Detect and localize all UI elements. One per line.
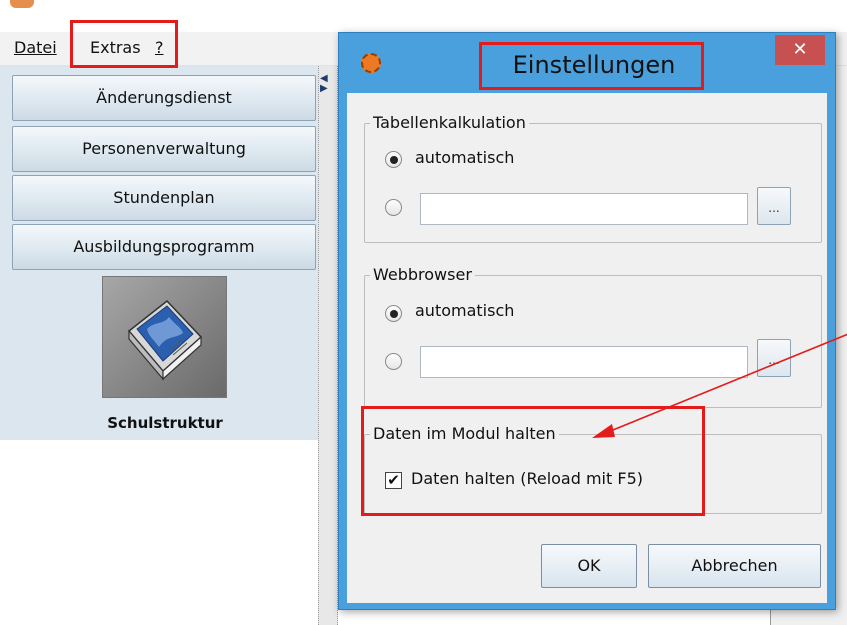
spreadsheet-group-title: Tabellenkalkulation <box>370 113 529 132</box>
module-label: Schulstruktur <box>107 414 223 432</box>
spreadsheet-path-input[interactable] <box>420 193 748 225</box>
sidebar-item-stundenplan[interactable]: Stundenplan <box>12 175 316 221</box>
menu-datei-label: Datei <box>14 38 57 57</box>
spreadsheet-auto-label: automatisch <box>415 148 515 167</box>
spreadsheet-custom-radio[interactable] <box>385 199 402 216</box>
sidebar-item-ausbildungsprogramm[interactable]: Ausbildungsprogramm <box>12 224 316 270</box>
browser-custom-radio[interactable] <box>385 353 402 370</box>
sidebar-item-personenverwaltung[interactable]: Personenverwaltung <box>12 126 316 172</box>
collapse-arrows-icon[interactable]: ◀ ▶ <box>320 74 328 94</box>
annotation-box-keep-data <box>361 406 705 516</box>
browser-group <box>364 275 822 408</box>
menu-datei[interactable]: Datei <box>14 38 57 57</box>
close-icon: ✕ <box>792 39 808 60</box>
dialog-content: Tabellenkalkulation automatisch ... Webb… <box>347 93 827 603</box>
split-pane-divider[interactable] <box>318 66 338 625</box>
annotation-box-title <box>479 42 704 90</box>
settings-dialog: Einstellungen ✕ Tabellenkalkulation auto… <box>338 32 836 610</box>
ok-button[interactable]: OK <box>541 544 637 588</box>
spreadsheet-group <box>364 123 822 243</box>
cancel-button[interactable]: Abbrechen <box>648 544 821 588</box>
spreadsheet-auto-radio[interactable] <box>385 151 402 168</box>
browser-auto-label: automatisch <box>415 301 515 320</box>
app-logo-icon <box>361 53 381 73</box>
book-icon <box>127 299 203 381</box>
browser-group-title: Webbrowser <box>370 265 475 284</box>
browser-auto-radio[interactable] <box>385 305 402 322</box>
browser-path-input[interactable] <box>420 346 748 378</box>
sidebar-item-aenderungsdienst[interactable]: Änderungsdienst <box>12 75 316 121</box>
app-logo-icon <box>10 0 34 8</box>
close-button[interactable]: ✕ <box>775 35 825 65</box>
spreadsheet-browse-button[interactable]: ... <box>757 187 791 225</box>
annotation-box-extras <box>70 20 178 68</box>
module-schulstruktur-tile[interactable] <box>102 276 227 398</box>
sidebar-empty-area <box>0 440 318 625</box>
browser-browse-button[interactable]: ... <box>757 339 791 377</box>
